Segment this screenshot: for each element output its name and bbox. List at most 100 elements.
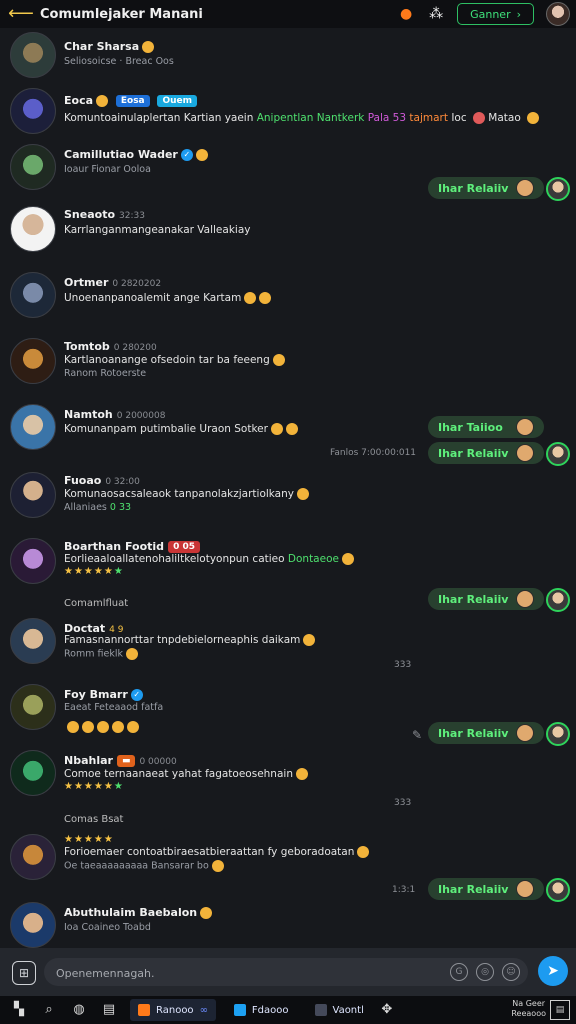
start-icon[interactable]: ▚ (8, 999, 30, 1021)
tray-gear-icon[interactable]: ✥ (376, 999, 398, 1021)
avatar[interactable] (10, 472, 56, 518)
reaction-icon (516, 724, 534, 742)
browser-icon[interactable]: ◍ (68, 999, 90, 1021)
avatar[interactable] (10, 206, 56, 252)
message-author: Ortmer 0 2820202 (64, 276, 162, 289)
composer-tools: G ◎ ☺ (450, 963, 520, 981)
avatar[interactable] (10, 834, 56, 880)
emoji-icon (97, 720, 109, 733)
date-label: Comamlfluat (64, 598, 129, 609)
message-input-wrap: G ◎ ☺ (44, 958, 528, 988)
reply-avatar[interactable] (546, 722, 570, 746)
reply-avatar[interactable] (546, 177, 570, 201)
reply-chip[interactable]: Ihar Relaiiv (428, 442, 544, 464)
message-meta: Ioaur Fionar Ooloa (64, 164, 151, 175)
notification-icon[interactable]: ▤ (550, 1000, 570, 1020)
status-badge: ▬ (116, 755, 136, 767)
node-icon[interactable]: ⁂ (427, 5, 445, 23)
send-button[interactable]: ➤ (538, 956, 568, 986)
search-icon[interactable]: ⌕ (38, 999, 60, 1021)
message-meta: Ranom Rotoerste (64, 368, 147, 379)
star-rating: ★★★★★ (64, 834, 114, 845)
avatar[interactable] (10, 88, 56, 134)
message-meta: Oe taeaaaaaaaaa Bansarar bo (64, 860, 224, 872)
avatar[interactable] (10, 404, 56, 450)
emoji-icon (341, 553, 354, 565)
message-text: Komunanpam putimbalie Uraon Sotker (64, 423, 298, 435)
user-avatar[interactable] (546, 2, 570, 26)
reaction-icon (516, 590, 534, 608)
header-action-button[interactable]: Ganner › (457, 3, 534, 25)
edit-icon[interactable]: ✎ (412, 728, 422, 742)
reply-avatar[interactable] (546, 588, 570, 612)
emoji-icon (272, 354, 285, 366)
message-meta: Eaeat Feteaaod fatfa (64, 702, 164, 713)
reply-chip[interactable]: Ihar Taiioo (428, 416, 544, 438)
emoji-icon (285, 423, 298, 435)
avatar[interactable] (10, 272, 56, 318)
link-icon: ∞ (199, 1004, 208, 1016)
emoji-icon (297, 488, 309, 500)
reply-avatar[interactable] (546, 442, 570, 466)
message-text: Comoe ternaanaeat yahat fagatoeosehnain (64, 768, 308, 780)
emoji-icon (67, 720, 79, 733)
message-author: Boarthan Footid 0 05 (64, 540, 200, 553)
message-author: Sneaoto 32:33 (64, 208, 145, 221)
top-actions: ● ⁂ Ganner › (397, 0, 570, 28)
back-arrow-icon[interactable]: ⟵ (8, 3, 34, 25)
top-bar: ⟵ Comumlejaker Manani ● ⁂ Ganner › (0, 0, 576, 28)
emoji-icon (200, 907, 213, 919)
emoji-icon (270, 423, 283, 435)
message-composer: ⊞ G ◎ ☺ ➤ (0, 948, 576, 996)
avatar[interactable] (10, 144, 56, 190)
emoji-icon (357, 846, 370, 858)
page-title: Comumlejaker Manani (40, 6, 203, 22)
emoji-icon (211, 860, 224, 872)
counter-note: 333 (394, 798, 412, 808)
avatar[interactable] (10, 750, 56, 796)
reply-chip[interactable]: Ihar Relaiiv (428, 878, 544, 900)
emoji-picker-icon[interactable]: ☺ (502, 963, 520, 981)
avatar[interactable] (10, 618, 56, 664)
emoji-icon (303, 634, 316, 646)
files-icon[interactable]: ▤ (98, 999, 120, 1021)
reaction-icon (516, 179, 534, 197)
reply-chip[interactable]: Ihar Relaiiv (428, 588, 544, 610)
message-text: Unoenanpanoalemit ange Kartam (64, 292, 272, 304)
message-input[interactable] (44, 958, 438, 988)
date-label: Comas Bsat (64, 814, 124, 825)
message-author: Nbahlar ▬ 0 00000 (64, 754, 177, 767)
reaction-icon (516, 418, 534, 436)
message-author: Foy Bmarr ✓ (64, 688, 143, 701)
attach-icon[interactable]: ⊞ (12, 961, 36, 985)
reply-chip[interactable]: Ihar Relaiiv (428, 722, 544, 744)
clock[interactable]: Na Geer Reeaooo (511, 999, 546, 1019)
avatar[interactable] (10, 538, 56, 584)
chevron-right-icon: › (516, 7, 521, 21)
gif-icon[interactable]: G (450, 963, 468, 981)
message-meta: Ioa Coaineo Toabd (64, 922, 151, 933)
avatar[interactable] (10, 32, 56, 78)
message-text: Karrlanganmangeanakar Valleakiay (64, 224, 251, 236)
avatar[interactable] (10, 684, 56, 730)
avatar[interactable] (10, 338, 56, 384)
reply-chip[interactable]: Ihar Relaiiv (428, 177, 544, 199)
taskbar-app[interactable]: Vaontl (307, 999, 372, 1021)
message-author: Eoca Eosa Ouem (64, 94, 198, 107)
bot-icon[interactable]: ● (397, 5, 415, 23)
emoji-icon (96, 95, 109, 107)
role-badge: Eosa (115, 95, 150, 107)
status-badge: 0 05 (168, 541, 200, 553)
taskbar-app[interactable]: Fdaooo (226, 999, 297, 1021)
message-feed[interactable]: Char Sharsa Seliosoicse · Breac Oos Eoca… (0, 28, 576, 948)
app-icon (233, 1004, 246, 1016)
emoji-icon (295, 768, 308, 780)
emoji-reactions[interactable] (64, 716, 139, 735)
message-text: Komuntoainulaplertan Kartian yaein Anipe… (64, 112, 540, 124)
sticker-icon[interactable]: ◎ (476, 963, 494, 981)
reply-avatar[interactable] (546, 878, 570, 902)
taskbar-app[interactable]: Ranooo ∞ (130, 999, 216, 1021)
taskbar: ▚ ⌕ ◍ ▤ Ranooo ∞ Fdaooo Vaontl ✥ Na Geer… (0, 996, 576, 1024)
avatar[interactable] (10, 902, 56, 948)
reaction-icon (516, 444, 534, 462)
